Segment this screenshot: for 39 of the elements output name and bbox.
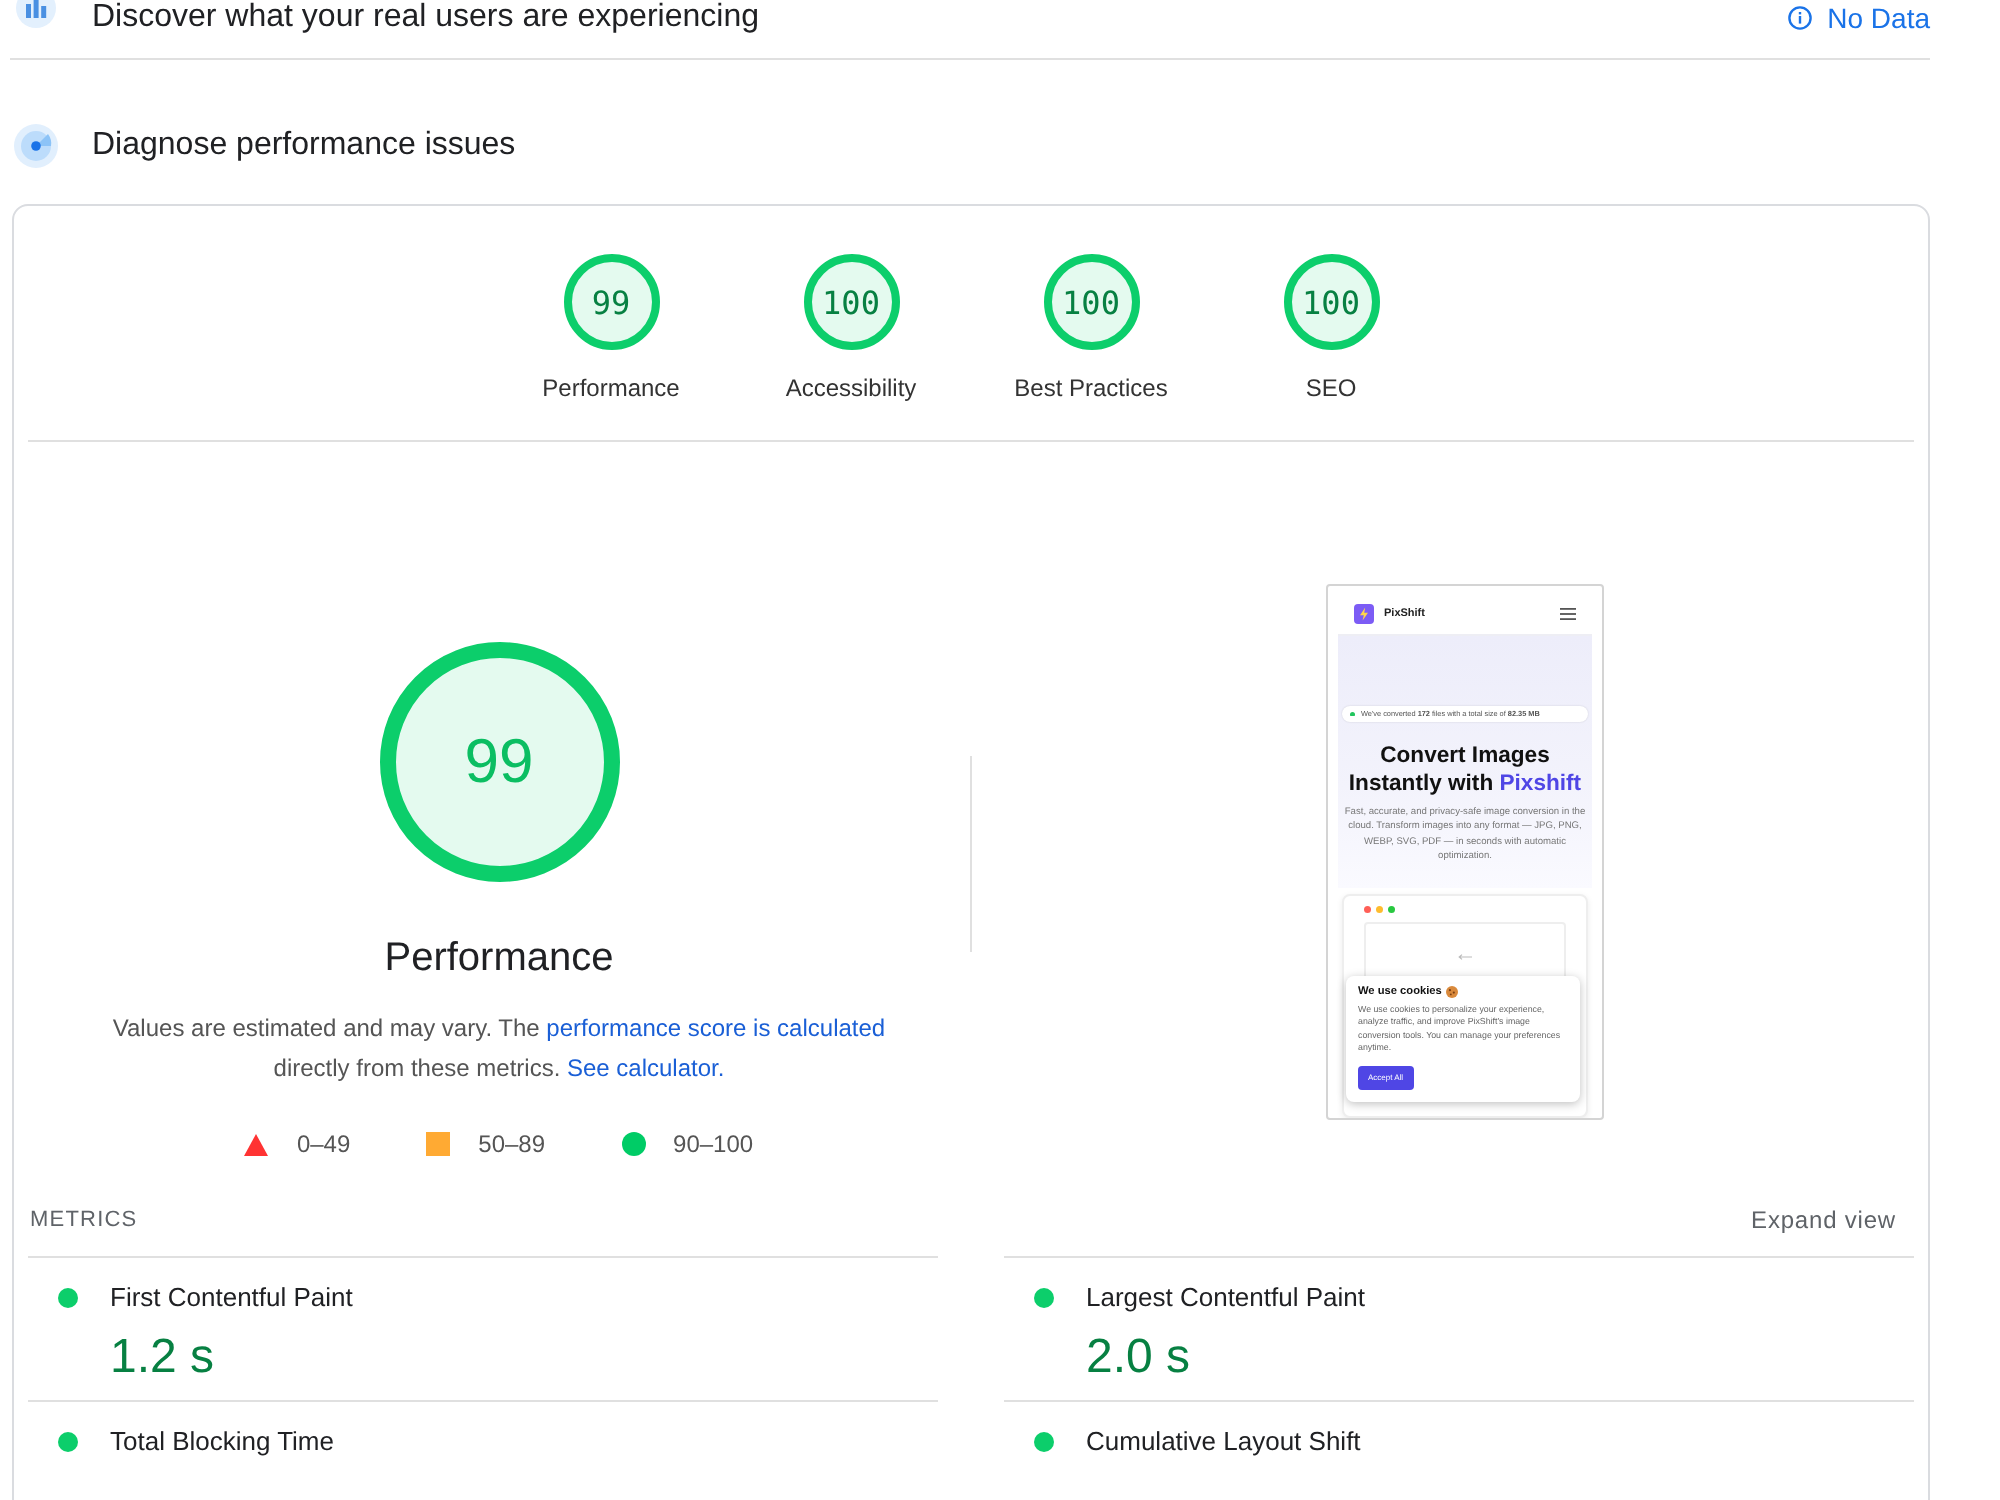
section-title: Discover what your real users are experiencing [92, 0, 759, 36]
score-gauge[interactable]: 100 [1283, 254, 1379, 350]
metric-label: Cumulative Layout Shift [1086, 1426, 1361, 1458]
score-gauge: 99 [379, 642, 619, 882]
legend-label: 50–89 [478, 1128, 546, 1160]
category-title: Performance [384, 934, 614, 982]
menu-icon [1560, 608, 1576, 620]
legend-label: 90–100 [673, 1128, 754, 1160]
legend-label: 0–49 [296, 1128, 351, 1160]
window-dot-icon [1388, 906, 1395, 914]
gauge-label: SEO [1305, 374, 1357, 402]
gauge-label: Performance [542, 374, 680, 402]
score-gauge[interactable]: 100 [803, 254, 899, 350]
metric-label: Total Blocking Time [110, 1426, 334, 1458]
score-gauge[interactable]: 99 [563, 254, 659, 350]
metric-label: Largest Contentful Paint [1086, 1282, 1365, 1314]
score-note: Values are estimated and may vary. The performance score is calculated directly from these metrics. See calculator. [110, 1012, 888, 1086]
expand-view-button[interactable]: Expand view [1751, 1202, 1896, 1238]
metric-value: 1.2 s [110, 1332, 215, 1384]
arrow-icon [1458, 954, 1472, 961]
window-dot-icon [1364, 906, 1371, 914]
gauge-label: Best Practices [1014, 374, 1168, 402]
status-dot-icon [1350, 711, 1355, 717]
no-data-status: No Data [1827, 0, 1930, 36]
radar-icon [14, 124, 58, 168]
window-dot-icon [1376, 906, 1383, 914]
text-link[interactable]: performance score is calculated [546, 1014, 886, 1042]
metrics-heading: METRICS [30, 1206, 138, 1236]
hero-headline: Convert Images Instantly with Pixshift [1348, 742, 1582, 798]
gauge-label: Accessibility [785, 374, 917, 402]
metric-label: First Contentful Paint [110, 1282, 353, 1314]
metric-value: 2.0 s [1086, 1332, 1191, 1384]
info-icon [1787, 6, 1812, 30]
cookie-icon [1445, 986, 1458, 999]
bar-chart-icon [16, 0, 56, 28]
bolt-logo-icon [1354, 604, 1374, 624]
score-gauge[interactable]: 100 [1043, 254, 1139, 350]
section-title: Diagnose performance issues [92, 128, 516, 164]
text-link[interactable]: See calculator. [566, 1054, 725, 1082]
